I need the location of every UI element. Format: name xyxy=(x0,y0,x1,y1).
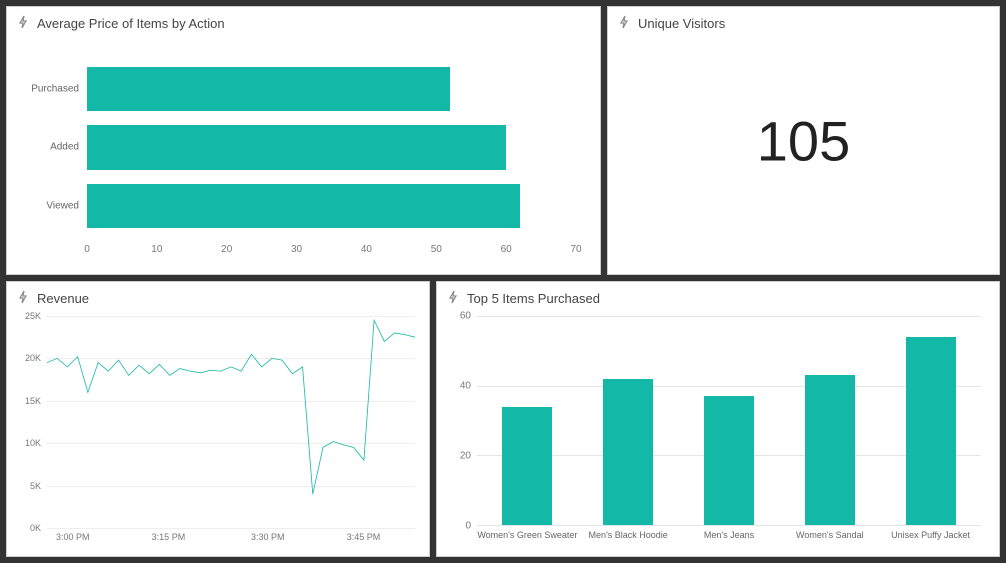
panel-title: Revenue xyxy=(37,291,89,306)
bar[interactable] xyxy=(87,184,520,228)
gridline xyxy=(47,528,415,529)
lightning-icon xyxy=(618,15,630,32)
x-tick: 50 xyxy=(431,244,442,255)
gridline xyxy=(477,525,981,526)
kpi-value: 105 xyxy=(608,108,999,173)
dashboard: Average Price of Items by Action Purchas… xyxy=(6,6,1000,557)
panel-average-price[interactable]: Average Price of Items by Action Purchas… xyxy=(6,6,601,275)
panel-top5[interactable]: Top 5 Items Purchased 0 20 40 60 Women's Gr… xyxy=(436,281,1000,557)
category-label: Viewed xyxy=(25,200,79,211)
x-tick: 3:45 PM xyxy=(347,532,381,542)
x-tick: Women's Sandal xyxy=(796,530,864,540)
x-tick: 30 xyxy=(291,244,302,255)
y-tick: 15K xyxy=(25,396,41,406)
panel-revenue[interactable]: Revenue 0K 5K 10K 15K 20K 25K 3:00 PM 3:15 PM 3… xyxy=(6,281,430,557)
panel-header: Average Price of Items by Action xyxy=(7,7,600,36)
panel-header: Unique Visitors xyxy=(608,7,999,36)
hbar-row: Purchased xyxy=(87,65,576,113)
bar[interactable] xyxy=(906,337,956,525)
panel-title: Top 5 Items Purchased xyxy=(467,291,600,306)
y-tick: 0 xyxy=(465,521,471,532)
category-label: Purchased xyxy=(25,84,79,95)
x-tick: 20 xyxy=(221,244,232,255)
x-tick: Men's Black Hoodie xyxy=(589,530,668,540)
x-tick: Women's Green Sweater xyxy=(477,530,577,540)
x-tick: 3:15 PM xyxy=(152,532,186,542)
panel-title: Average Price of Items by Action xyxy=(37,16,225,31)
panel-header: Revenue xyxy=(7,282,429,311)
x-tick: Unisex Puffy Jacket xyxy=(891,530,970,540)
lightning-icon xyxy=(17,290,29,307)
hbar-row: Added xyxy=(87,123,576,171)
y-tick: 20 xyxy=(460,450,471,461)
y-tick: 60 xyxy=(460,311,471,322)
bar[interactable] xyxy=(87,67,450,111)
panel-unique-visitors[interactable]: Unique Visitors 105 xyxy=(607,6,1000,275)
x-tick: 10 xyxy=(151,244,162,255)
revenue-line[interactable] xyxy=(47,320,415,494)
bar[interactable] xyxy=(502,407,552,525)
bar[interactable] xyxy=(603,379,653,525)
hbar-row: Viewed xyxy=(87,182,576,230)
panel-header: Top 5 Items Purchased xyxy=(437,282,999,311)
lightning-icon xyxy=(17,15,29,32)
bar[interactable] xyxy=(805,375,855,525)
category-label: Added xyxy=(25,142,79,153)
y-tick: 5K xyxy=(30,481,41,491)
line-chart: 0K5K10K15K20K25K 3:00 PM3:15 PM3:30 PM3:… xyxy=(17,316,421,548)
gridline xyxy=(477,316,981,317)
x-tick: 70 xyxy=(570,244,581,255)
x-tick: 40 xyxy=(361,244,372,255)
vbar-chart: 0204060 Women's Green SweaterMen's Black… xyxy=(451,316,985,548)
bar[interactable] xyxy=(704,396,754,525)
panel-title: Unique Visitors xyxy=(638,16,725,31)
hbar-chart: Purchased Added Viewed 0 10 20 30 40 50 60 70 xyxy=(27,55,586,262)
x-tick: Men's Jeans xyxy=(704,530,754,540)
y-tick: 20K xyxy=(25,353,41,363)
bar[interactable] xyxy=(87,125,506,169)
x-tick: 3:30 PM xyxy=(251,532,285,542)
y-tick: 40 xyxy=(460,380,471,391)
y-tick: 0K xyxy=(30,523,41,533)
y-tick: 10K xyxy=(25,438,41,448)
x-tick: 3:00 PM xyxy=(56,532,90,542)
lightning-icon xyxy=(447,290,459,307)
x-tick: 60 xyxy=(501,244,512,255)
x-tick: 0 xyxy=(84,244,90,255)
y-tick: 25K xyxy=(25,311,41,321)
